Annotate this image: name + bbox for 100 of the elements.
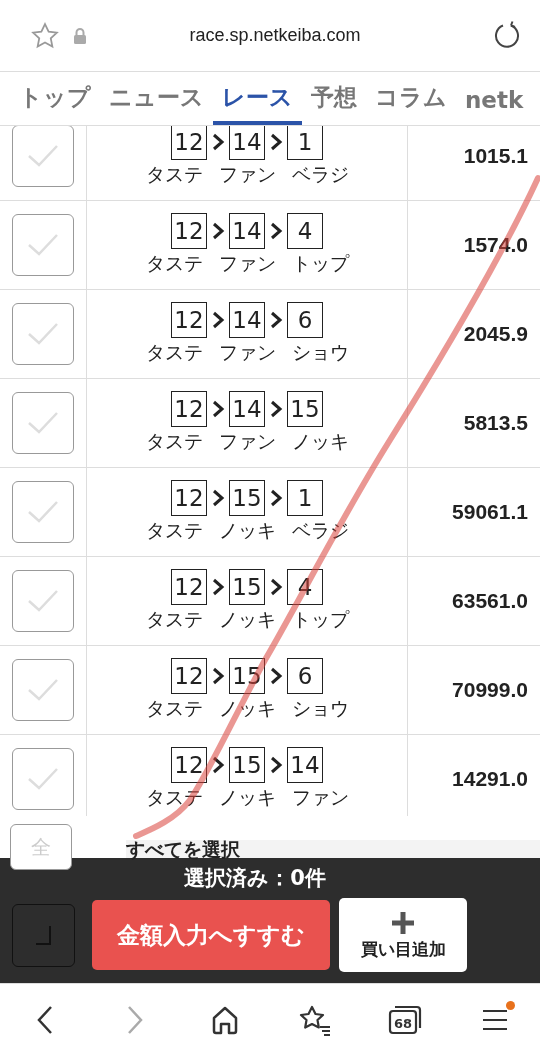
- horse-name: ノッキ: [218, 696, 276, 721]
- horse-number: 15: [229, 658, 265, 694]
- horse-number: 15: [229, 747, 265, 783]
- horse-number: 12: [171, 126, 207, 160]
- check-icon: [26, 766, 60, 792]
- horse-number: 4: [287, 213, 323, 249]
- chevron-icon: [269, 400, 283, 418]
- horse-number: 14: [229, 391, 265, 427]
- horse-name: タステ: [145, 429, 203, 454]
- chevron-icon: [211, 489, 225, 507]
- checkbox[interactable]: [12, 659, 74, 721]
- horse-number: 12: [171, 391, 207, 427]
- horse-name: タステ: [145, 340, 203, 365]
- horse-name: ファン: [218, 251, 276, 276]
- horse-name: ショウ: [291, 696, 349, 721]
- odds-value: 14291.0: [452, 767, 528, 791]
- back-icon[interactable]: [35, 1004, 55, 1035]
- horse-name: タステ: [145, 518, 203, 543]
- check-icon: [26, 410, 60, 436]
- horse-name: ノッキ: [291, 429, 349, 454]
- horse-name: タステ: [145, 162, 203, 187]
- horse-name: ファン: [218, 429, 276, 454]
- chevron-icon: [269, 222, 283, 240]
- horse-number: 14: [229, 302, 265, 338]
- odds-value: 1015.1: [463, 144, 528, 168]
- odds-value: 1574.0: [463, 233, 528, 257]
- nav-tab[interactable]: 予想: [302, 82, 366, 125]
- horse-number: 14: [229, 213, 265, 249]
- horse-name: ショウ: [291, 340, 349, 365]
- horse-number: 14: [229, 126, 265, 160]
- check-icon: [26, 232, 60, 258]
- horse-number: 14: [287, 747, 323, 783]
- nav-tab[interactable]: コラム: [366, 82, 456, 125]
- horse-number: 12: [171, 658, 207, 694]
- check-icon: [26, 321, 60, 347]
- horse-number: 12: [171, 213, 207, 249]
- odds-value: 59061.1: [452, 500, 528, 524]
- chevron-icon: [269, 311, 283, 329]
- horse-number: 12: [171, 747, 207, 783]
- proceed-button[interactable]: 金額入力へすすむ: [92, 900, 330, 970]
- reload-icon[interactable]: [492, 20, 522, 51]
- chevron-icon: [269, 133, 283, 151]
- star-icon[interactable]: [30, 20, 60, 51]
- checkbox[interactable]: [12, 570, 74, 632]
- horse-name: ファン: [218, 162, 276, 187]
- home-icon[interactable]: [210, 1004, 240, 1035]
- horse-name: ノッキ: [218, 607, 276, 632]
- horse-name: ノッキ: [218, 518, 276, 543]
- check-icon: [26, 499, 60, 525]
- chevron-icon: [211, 400, 225, 418]
- odds-value: 5813.5: [463, 411, 528, 435]
- odds-value: 2045.9: [463, 322, 528, 346]
- horse-number: 6: [287, 658, 323, 694]
- chevron-icon: [269, 667, 283, 685]
- menu-icon[interactable]: [481, 1007, 509, 1032]
- horse-name: ファン: [218, 340, 276, 365]
- horse-name: タステ: [145, 607, 203, 632]
- horse-number: 6: [287, 302, 323, 338]
- chevron-icon: [269, 489, 283, 507]
- check-icon: [26, 677, 60, 703]
- checkbox[interactable]: [12, 481, 74, 543]
- horse-name: タステ: [145, 785, 203, 810]
- checkbox[interactable]: [12, 126, 74, 187]
- chevron-icon: [211, 667, 225, 685]
- checkbox[interactable]: [12, 392, 74, 454]
- horse-name: トップ: [291, 251, 349, 276]
- add-bet-button[interactable]: 買い目追加: [339, 898, 467, 972]
- horse-number: 1: [287, 480, 323, 516]
- check-icon: [26, 588, 60, 614]
- odds-value: 63561.0: [452, 589, 528, 613]
- horse-number: 15: [229, 569, 265, 605]
- chevron-icon: [211, 133, 225, 151]
- horse-number: 12: [171, 569, 207, 605]
- checkbox[interactable]: [12, 214, 74, 276]
- horse-name: ノッキ: [218, 785, 276, 810]
- bookmarks-icon[interactable]: [298, 1003, 332, 1036]
- nav-tab[interactable]: ニュース: [100, 82, 213, 125]
- chevron-icon: [269, 578, 283, 596]
- url-text[interactable]: race.sp.netkeiba.com: [100, 25, 450, 46]
- horse-name: ベラジ: [291, 518, 349, 543]
- chevron-icon: [211, 222, 225, 240]
- checkbox[interactable]: [12, 748, 74, 810]
- chevron-icon: [211, 311, 225, 329]
- nav-tab[interactable]: トップ: [10, 82, 100, 125]
- nav-tab[interactable]: netk: [456, 87, 533, 125]
- select-all-label[interactable]: すべてを選択: [126, 840, 540, 858]
- horse-number: 4: [287, 569, 323, 605]
- horse-name: ベラジ: [291, 162, 349, 187]
- check-icon: [26, 143, 60, 169]
- horse-name: トップ: [291, 607, 349, 632]
- lock-icon: [72, 26, 88, 45]
- horse-name: タステ: [145, 251, 203, 276]
- plus-icon: [390, 909, 416, 936]
- chevron-icon: [269, 756, 283, 774]
- checkbox[interactable]: [12, 303, 74, 365]
- nav-tab[interactable]: レース: [213, 82, 302, 125]
- horse-number: 15: [229, 480, 265, 516]
- horse-name: タステ: [145, 696, 203, 721]
- chevron-icon: [211, 756, 225, 774]
- selected-count: 選択済み：0件: [183, 865, 327, 892]
